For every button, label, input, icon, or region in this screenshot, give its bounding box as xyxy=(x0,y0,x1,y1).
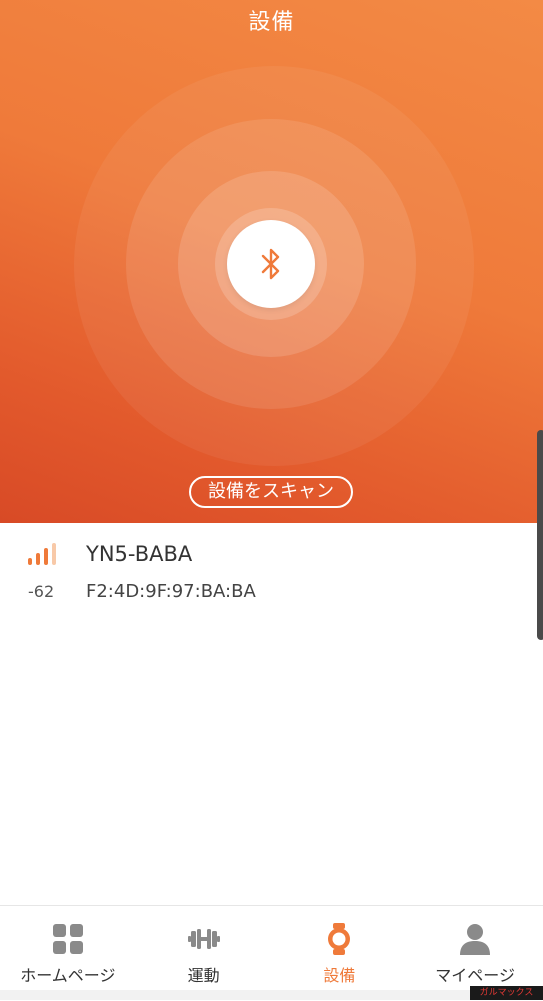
tab-exercise[interactable]: 運動 xyxy=(136,906,272,1001)
tab-devices-label: 設備 xyxy=(323,966,356,985)
scan-devices-button[interactable]: 設備をスキャン xyxy=(189,476,353,508)
dumbbell-icon xyxy=(187,929,220,949)
tab-exercise-label: 運動 xyxy=(187,966,220,985)
bluetooth-button[interactable] xyxy=(227,220,315,308)
device-mac-address: F2:4D:9F:97:BA:BA xyxy=(86,581,256,602)
device-list-item[interactable]: -62 YN5-BABA F2:4D:9F:97:BA:BA xyxy=(0,528,543,614)
bottom-tab-bar: ホームページ 運動 設備 マイページ xyxy=(0,905,543,1001)
system-bottom-strip xyxy=(0,990,543,1000)
watch-icon xyxy=(328,923,351,955)
person-icon xyxy=(460,924,491,955)
signal-strength-icon xyxy=(28,543,56,565)
tab-home-label: ホームページ xyxy=(20,966,116,985)
tab-devices[interactable]: 設備 xyxy=(272,906,408,1001)
tab-home[interactable]: ホームページ xyxy=(0,906,136,1001)
tab-mypage-label: マイページ xyxy=(435,966,515,985)
bluetooth-icon xyxy=(261,248,280,280)
scan-hero: 設備 設備をスキャン xyxy=(0,0,543,523)
watermark-logo: ガルマックス xyxy=(470,986,543,1000)
scrollbar[interactable] xyxy=(537,430,543,640)
device-name: YN5-BABA xyxy=(86,542,193,566)
page-title: 設備 xyxy=(248,10,295,35)
device-rssi: -62 xyxy=(28,582,55,601)
grid-icon xyxy=(52,924,83,954)
